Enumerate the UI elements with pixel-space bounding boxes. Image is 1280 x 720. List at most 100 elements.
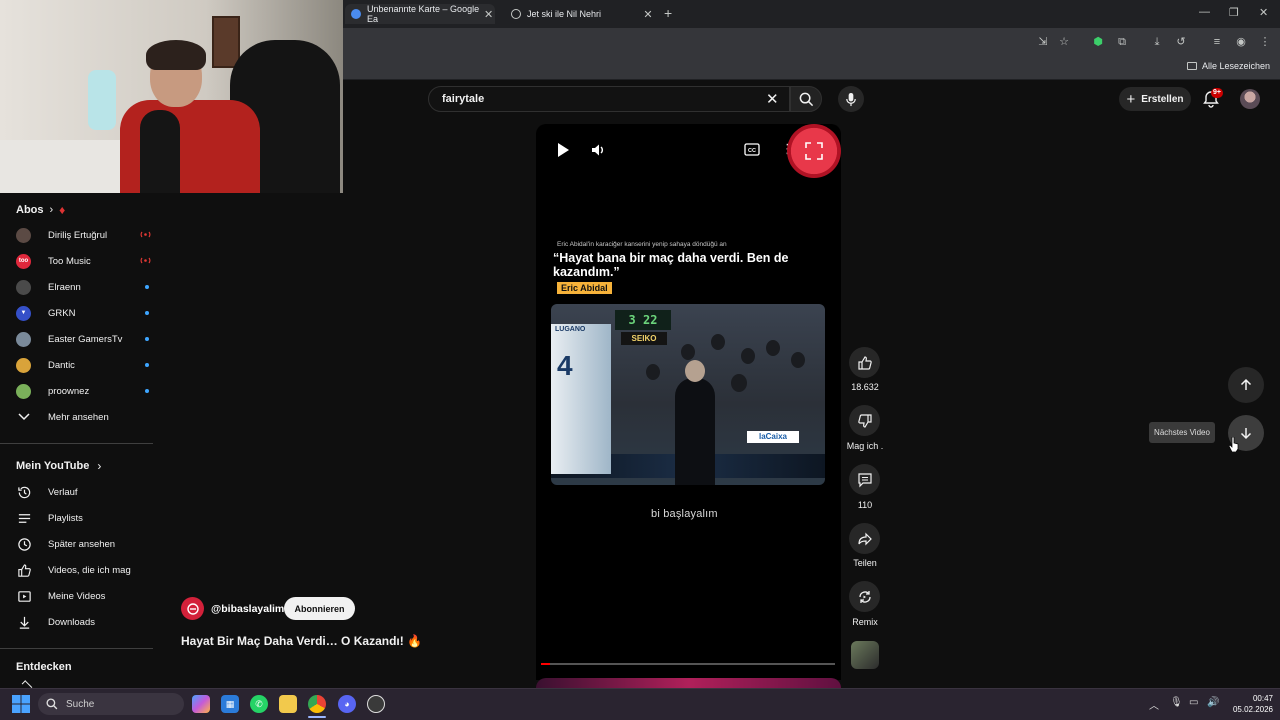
crowd-head [741, 348, 755, 364]
search-icon [46, 698, 58, 710]
sidebar-item-channel[interactable]: proownez [16, 378, 156, 404]
new-tab-icon[interactable]: + [664, 5, 672, 21]
extensions-icon[interactable]: ⧉ [1114, 34, 1130, 50]
tray-display-icon[interactable]: ▭ [1189, 697, 1198, 708]
tray-volume-icon[interactable]: 🔊 [1207, 697, 1219, 708]
share-label: Teilen [853, 558, 877, 568]
sidebar-item-liked-videos[interactable]: Videos, die ich mag [16, 557, 156, 583]
obs-icon[interactable] [367, 695, 385, 713]
voice-search-button[interactable] [838, 86, 864, 112]
clear-search-icon[interactable]: ✕ [766, 90, 779, 108]
sponsor-board: SEIKO [621, 332, 667, 345]
sidebar-item-channel[interactable]: ▼ GRKN [16, 300, 156, 326]
extension-shield-icon[interactable]: ⬢ [1090, 34, 1106, 50]
downloads-icon[interactable]: ⤓ [1149, 34, 1165, 50]
captions-icon[interactable]: CC [744, 143, 760, 159]
comments-button[interactable] [849, 464, 880, 495]
search-button[interactable] [790, 86, 822, 112]
tray-microphone-icon[interactable]: 🎙 [1170, 697, 1183, 708]
google-earth-favicon [351, 9, 361, 19]
user-avatar[interactable] [1240, 89, 1260, 109]
channel-avatar [16, 331, 31, 347]
play-icon[interactable] [556, 142, 570, 161]
notification-badge: 9+ [1211, 88, 1223, 98]
live-indicator-icon [140, 231, 151, 238]
close-tab-icon[interactable]: ✕ [641, 8, 655, 21]
like-button[interactable] [849, 347, 880, 378]
share-button[interactable] [849, 523, 880, 554]
sidebar-divider [0, 443, 153, 444]
crowd-head [731, 374, 747, 392]
channel-name: Too Music [48, 255, 91, 267]
sidebar-item-channel[interactable]: Diriliş Ertuğrul [16, 222, 156, 248]
browser-tab-google-earth[interactable]: Unbenannte Karte – Google Ea ✕ [345, 4, 495, 24]
show-more-button[interactable]: Mehr ansehen [16, 404, 156, 430]
download-icon [16, 614, 32, 630]
taskbar-time[interactable]: 00:47 [1243, 694, 1273, 703]
subscribe-button[interactable]: Abonnieren [284, 597, 355, 620]
history-icon[interactable]: ↺ [1173, 34, 1189, 50]
file-explorer-icon[interactable] [279, 695, 297, 713]
remix-button[interactable] [849, 581, 880, 612]
my-youtube-heading[interactable]: Mein YouTube › [16, 459, 101, 473]
channel-avatar: too [16, 253, 31, 269]
chrome-icon[interactable] [308, 695, 326, 713]
crowd-head [646, 364, 660, 380]
sidebar-item-channel[interactable]: Elraenn [16, 274, 156, 300]
create-label: Erstellen [1141, 93, 1184, 105]
channel-avatar [16, 357, 31, 373]
dislike-button[interactable] [849, 405, 880, 436]
tray-overflow-icon[interactable]: ︿ [1149, 697, 1159, 712]
subscriptions-heading[interactable]: Abos › ♦ [16, 203, 65, 217]
copilot-icon[interactable] [192, 695, 210, 713]
menu-kebab-icon[interactable]: ⋮ [1257, 34, 1273, 50]
search-query: fairytale [442, 93, 485, 105]
sound-thumbnail[interactable] [851, 641, 879, 669]
browser-tab-youtube[interactable]: Jet ski ile Nil Nehri ✕ [505, 4, 655, 24]
channel-avatar [16, 279, 31, 295]
playlists-icon [16, 510, 32, 526]
taskbar-search[interactable]: Suche [38, 693, 184, 715]
previous-video-button[interactable] [1228, 367, 1264, 403]
channel-avatar[interactable] [181, 597, 204, 620]
sidebar-item-downloads[interactable]: Downloads [16, 609, 156, 635]
channel-name: Easter GamersTv [48, 333, 123, 345]
close-tab-icon[interactable]: ✕ [482, 8, 495, 21]
profile-icon[interactable]: ◉ [1233, 34, 1249, 50]
volume-icon[interactable] [590, 142, 606, 161]
windows-start-icon[interactable] [12, 695, 30, 716]
maximize-icon[interactable]: ❐ [1229, 6, 1239, 19]
media-queue-icon[interactable]: ≡ [1209, 34, 1225, 50]
bookmark-star-icon[interactable]: ☆ [1056, 34, 1072, 50]
my-youtube-label: Mein YouTube [16, 460, 90, 472]
whatsapp-icon[interactable]: ✆ [250, 695, 268, 713]
install-app-icon[interactable]: ⇲ [1035, 34, 1051, 50]
all-bookmarks-label: Alle Lesezeichen [1201, 61, 1270, 71]
new-content-dot [145, 311, 149, 315]
sidebar-item-playlists[interactable]: Playlists [16, 505, 156, 531]
window-close-icon[interactable]: ✕ [1259, 6, 1268, 19]
sidebar-item-channel[interactable]: Dantic [16, 352, 156, 378]
sidebar-item-history[interactable]: Verlauf [16, 479, 156, 505]
chevron-right-icon: › [49, 204, 54, 216]
sidebar-item-channel[interactable]: Easter GamersTv [16, 326, 156, 352]
sidebar-item-watch-later[interactable]: Später ansehen [16, 531, 156, 557]
progress-track[interactable] [541, 663, 835, 665]
sidebar-item-channel[interactable]: too Too Music [16, 248, 156, 274]
next-video-tooltip: Nächstes Video [1149, 422, 1215, 443]
streamer-sleeve [140, 110, 180, 193]
show-more-label: Mehr ansehen [48, 411, 109, 423]
tab-title: Unbenannte Karte – Google Ea [367, 4, 480, 24]
new-content-dot [145, 363, 149, 367]
fullscreen-channel-badge-icon[interactable] [787, 124, 841, 178]
my-youtube-list: Verlauf Playlists Später ansehen Videos,… [16, 479, 156, 635]
discord-icon[interactable]: ◕ [338, 695, 356, 713]
channel-handle[interactable]: @bibaslayalim [211, 603, 284, 615]
create-button[interactable]: + Erstellen [1119, 87, 1191, 111]
minimize-icon[interactable]: — [1199, 6, 1210, 18]
all-bookmarks-button[interactable]: Alle Lesezeichen [1186, 61, 1270, 71]
sidebar-item-my-videos[interactable]: Meine Videos [16, 583, 156, 609]
taskbar-date[interactable]: 05.02.2026 [1227, 705, 1273, 714]
store-icon[interactable]: ▦ [221, 695, 239, 713]
crowd-head [791, 352, 805, 368]
